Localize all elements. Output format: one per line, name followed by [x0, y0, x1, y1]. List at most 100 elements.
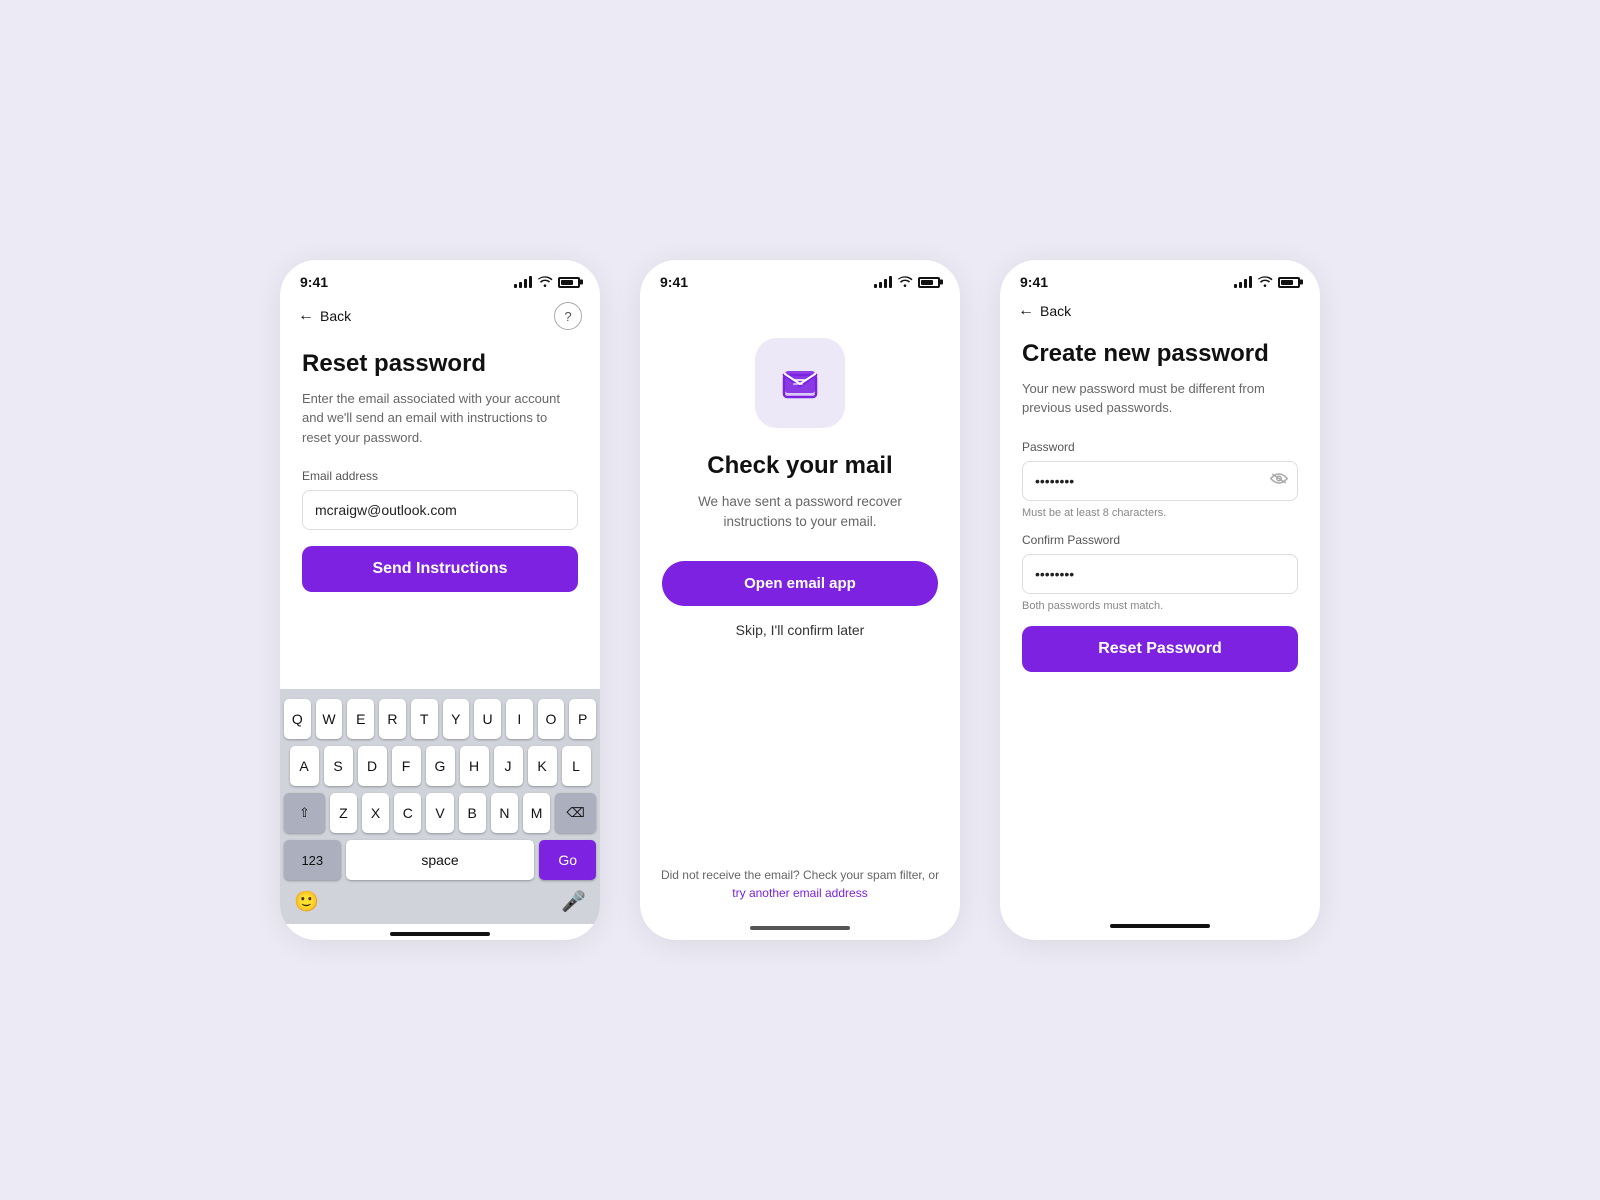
mic-icon[interactable]: 🎤	[561, 889, 586, 914]
key-s[interactable]: S	[324, 746, 353, 786]
key-u[interactable]: U	[474, 699, 501, 739]
key-c[interactable]: C	[394, 793, 421, 833]
status-bar-2: 9:41	[640, 260, 960, 298]
key-shift[interactable]: ⇧	[284, 793, 325, 833]
password-label: Password	[1022, 440, 1298, 454]
try-another-email-link[interactable]: try another email address	[732, 886, 867, 900]
status-bar-1: 9:41	[280, 260, 600, 298]
email-input[interactable]	[302, 490, 578, 530]
battery-icon-2	[918, 277, 940, 288]
time-2: 9:41	[660, 274, 688, 290]
key-y[interactable]: Y	[443, 699, 470, 739]
signal-bars-3	[1234, 276, 1252, 288]
back-button-3[interactable]: ← Back	[1018, 302, 1071, 320]
help-button-1[interactable]: ?	[554, 302, 582, 330]
key-o[interactable]: O	[538, 699, 565, 739]
back-label-3: Back	[1040, 303, 1071, 319]
home-indicator-2	[750, 926, 850, 930]
help-icon-1: ?	[564, 309, 571, 324]
back-label-1: Back	[320, 308, 351, 324]
back-button-1[interactable]: ← Back	[298, 307, 351, 325]
battery-icon-3	[1278, 277, 1300, 288]
open-email-button[interactable]: Open email app	[662, 561, 938, 606]
phone-reset-password: 9:41 ← Back ?	[280, 260, 600, 940]
key-z[interactable]: Z	[330, 793, 357, 833]
key-space[interactable]: space	[346, 840, 535, 880]
phone1-content: Reset password Enter the email associate…	[280, 340, 600, 689]
reset-password-button[interactable]: Reset Password	[1022, 626, 1298, 672]
key-k[interactable]: K	[528, 746, 557, 786]
eye-toggle-icon[interactable]	[1270, 471, 1288, 490]
key-go[interactable]: Go	[539, 840, 596, 880]
wifi-icon-2	[897, 275, 913, 289]
keyboard-row-1: Q W E R T Y U I O P	[284, 699, 596, 739]
key-d[interactable]: D	[358, 746, 387, 786]
phone3-content: Create new password Your new password mu…	[1000, 330, 1320, 916]
signal-bars-2	[874, 276, 892, 288]
key-x[interactable]: X	[362, 793, 389, 833]
status-icons-2	[874, 275, 940, 289]
key-j[interactable]: J	[494, 746, 523, 786]
key-r[interactable]: R	[379, 699, 406, 739]
key-v[interactable]: V	[426, 793, 453, 833]
key-f[interactable]: F	[392, 746, 421, 786]
send-instructions-button[interactable]: Send Instructions	[302, 546, 578, 592]
status-bar-3: 9:41	[1000, 260, 1320, 298]
password-field-wrapper	[1022, 461, 1298, 501]
key-q[interactable]: Q	[284, 699, 311, 739]
home-indicator-3	[1110, 924, 1210, 928]
back-arrow-icon-1: ←	[298, 307, 314, 325]
wifi-icon-3	[1257, 275, 1273, 289]
status-icons-3	[1234, 275, 1300, 289]
time-3: 9:41	[1020, 274, 1048, 290]
keyboard: Q W E R T Y U I O P A S D F G H J K L	[280, 689, 600, 924]
confirm-password-input[interactable]	[1022, 554, 1298, 594]
key-t[interactable]: T	[411, 699, 438, 739]
key-backspace[interactable]: ⌫	[555, 793, 596, 833]
key-n[interactable]: N	[491, 793, 518, 833]
key-b[interactable]: B	[459, 793, 486, 833]
back-arrow-icon-3: ←	[1018, 302, 1034, 320]
key-l[interactable]: L	[562, 746, 591, 786]
reset-title: Reset password	[302, 350, 578, 379]
confirm-password-label: Confirm Password	[1022, 533, 1298, 547]
confirm-hint: Both passwords must match.	[1022, 600, 1298, 612]
email-open-icon	[774, 357, 826, 409]
mail-icon-container	[662, 338, 938, 428]
reset-subtitle: Enter the email associated with your acc…	[302, 389, 578, 448]
nav-bar-3: ← Back	[1000, 298, 1320, 330]
wifi-icon-1	[537, 275, 553, 289]
confirm-field-wrapper	[1022, 554, 1298, 594]
password-input[interactable]	[1022, 461, 1298, 501]
key-i[interactable]: I	[506, 699, 533, 739]
skip-link[interactable]: Skip, I'll confirm later	[662, 622, 938, 638]
key-m[interactable]: M	[523, 793, 550, 833]
email-label: Email address	[302, 469, 578, 483]
keyboard-row-2: A S D F G H J K L	[284, 746, 596, 786]
key-g[interactable]: G	[426, 746, 455, 786]
key-h[interactable]: H	[460, 746, 489, 786]
footer-text: Did not receive the email? Check your sp…	[640, 850, 960, 918]
time-1: 9:41	[300, 274, 328, 290]
phone-create-password: 9:41 ← Back Creat	[1000, 260, 1320, 940]
nav-bar-1: ← Back ?	[280, 298, 600, 340]
check-mail-title: Check your mail	[662, 452, 938, 480]
signal-bars-1	[514, 276, 532, 288]
create-password-subtitle: Your new password must be different from…	[1022, 379, 1298, 418]
footer-prefix: Did not receive the email? Check your sp…	[661, 868, 939, 882]
key-numbers[interactable]: 123	[284, 840, 341, 880]
password-hint: Must be at least 8 characters.	[1022, 507, 1298, 519]
keyboard-row-4: 123 space Go	[284, 840, 596, 880]
key-p[interactable]: P	[569, 699, 596, 739]
status-icons-1	[514, 275, 580, 289]
emoji-icon[interactable]: 🙂	[294, 889, 319, 914]
keyboard-row-3: ⇧ Z X C V B N M ⌫	[284, 793, 596, 833]
mail-icon-bg	[755, 338, 845, 428]
key-a[interactable]: A	[290, 746, 319, 786]
home-indicator-1	[390, 932, 490, 936]
key-w[interactable]: W	[316, 699, 343, 739]
check-mail-subtitle: We have sent a password recover instruct…	[662, 492, 938, 533]
create-password-title: Create new password	[1022, 340, 1298, 369]
phone-check-mail: 9:41	[640, 260, 960, 940]
key-e[interactable]: E	[347, 699, 374, 739]
